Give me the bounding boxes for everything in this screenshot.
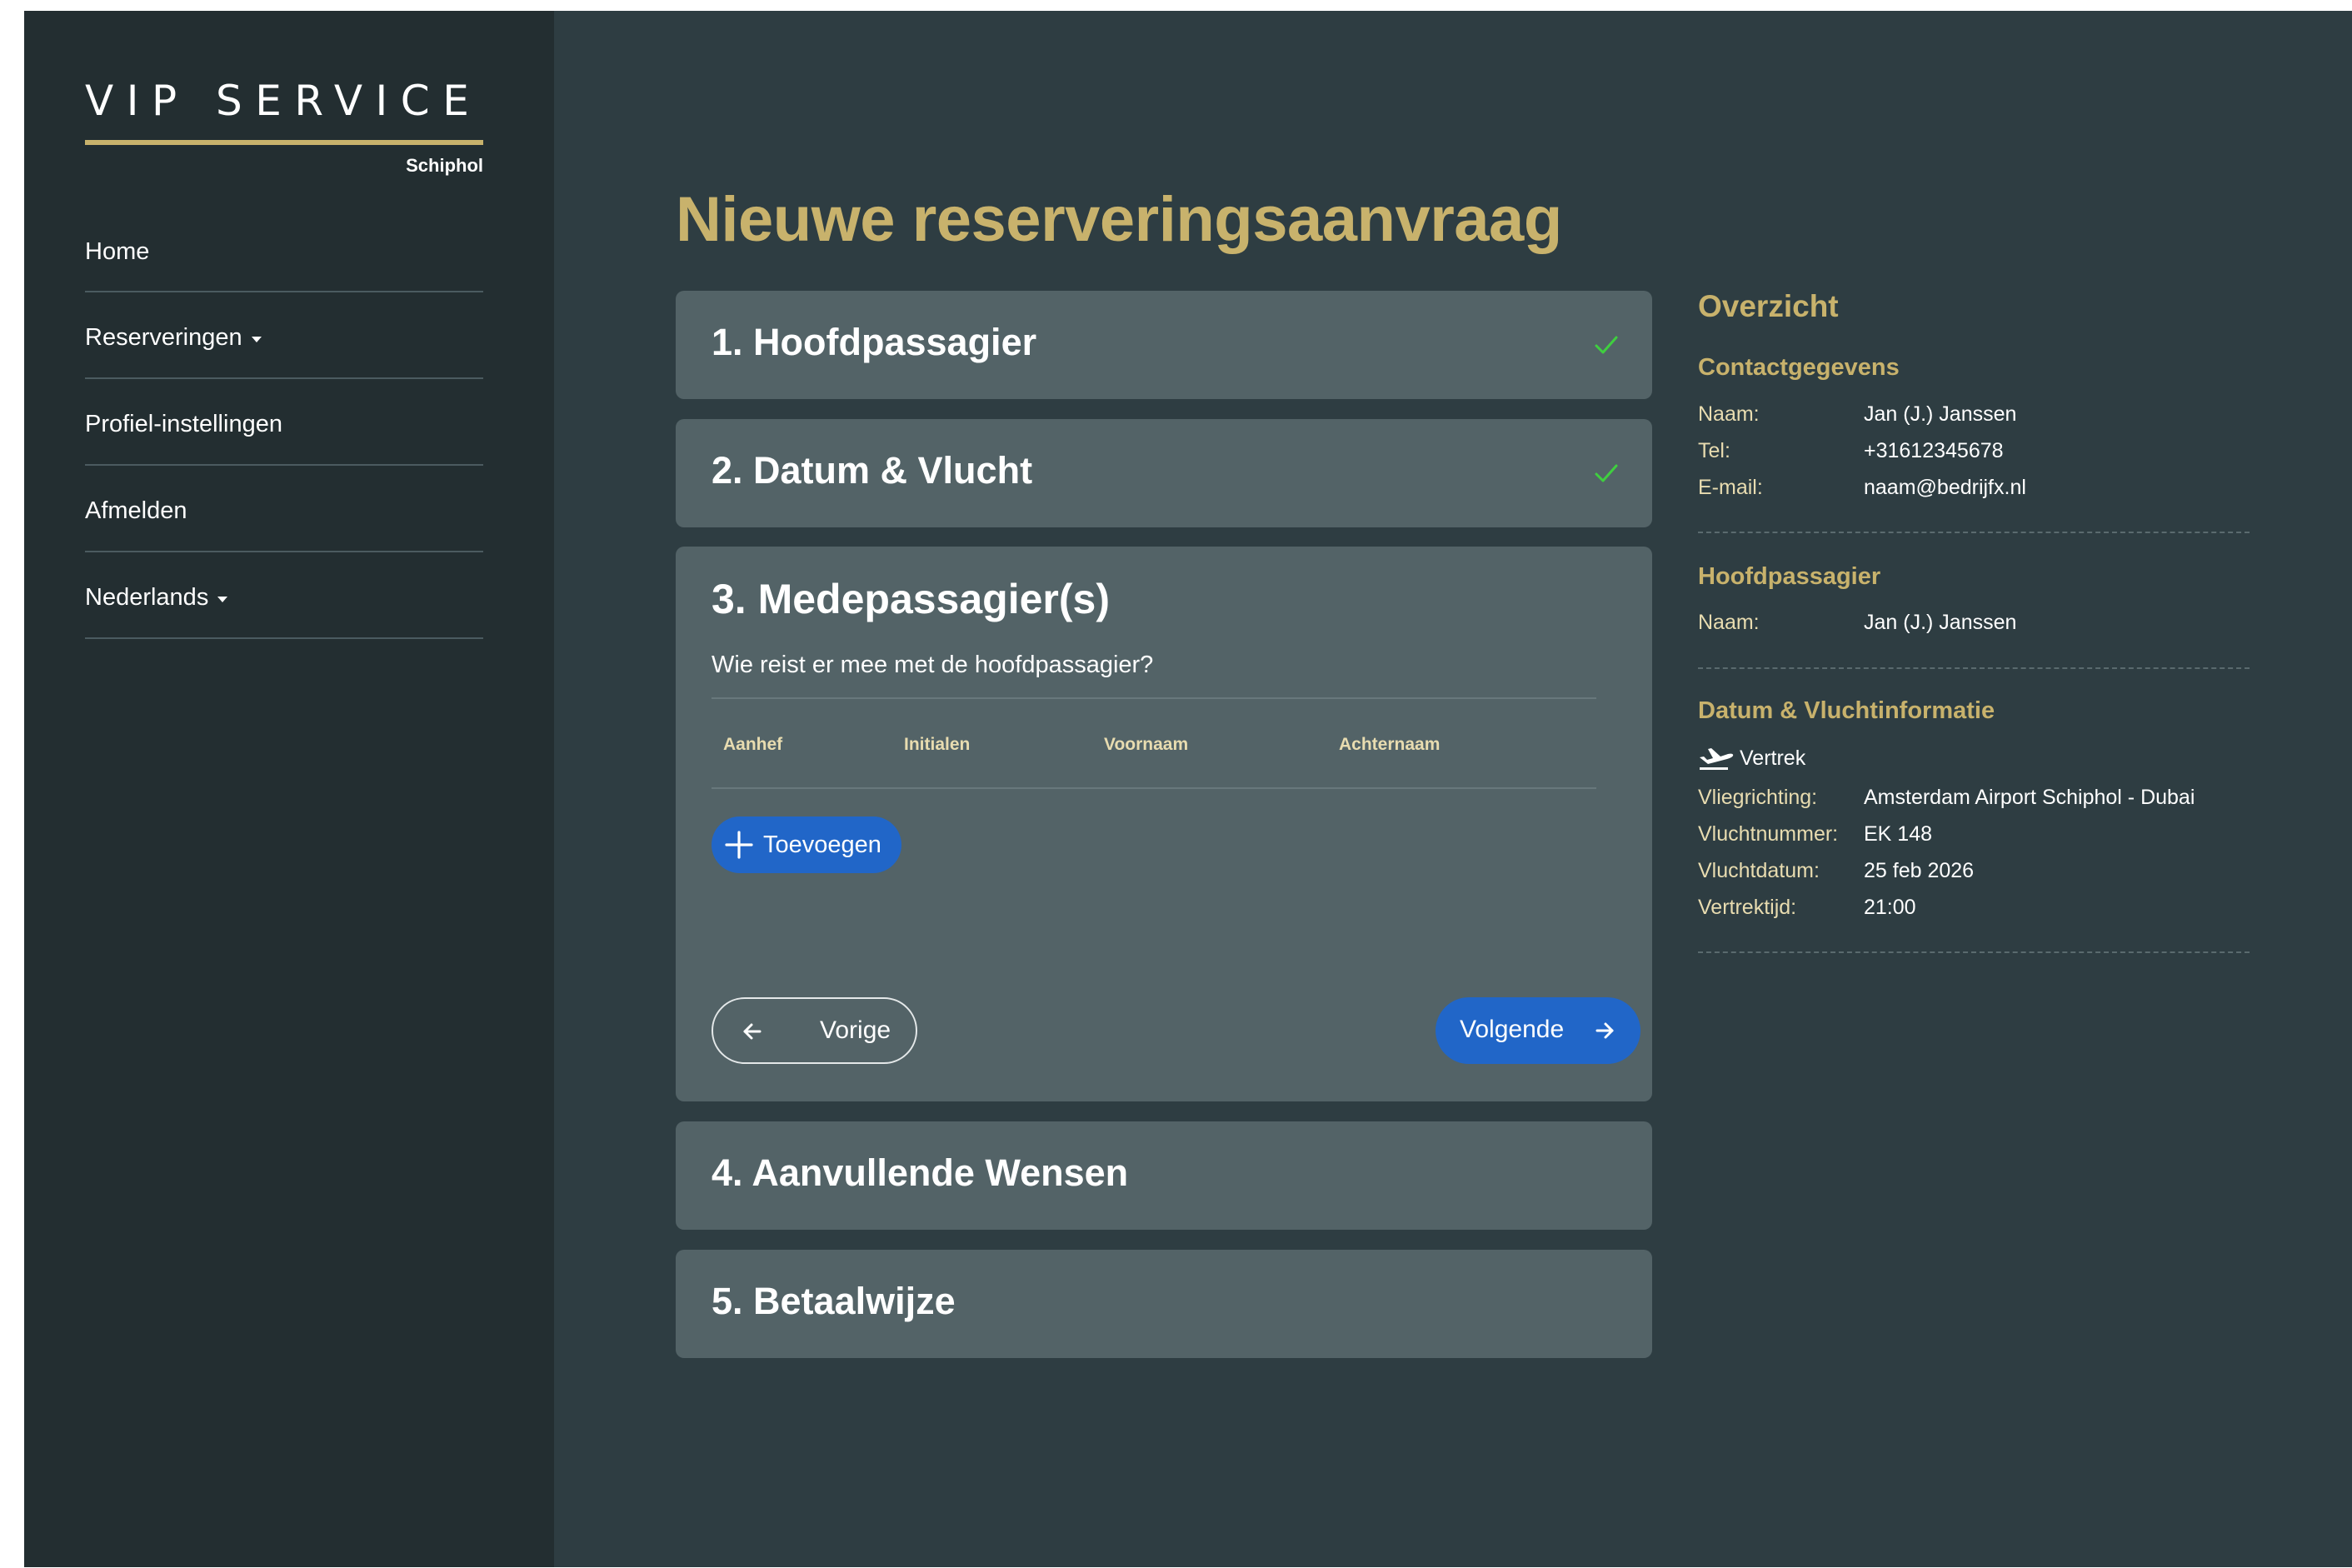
step-panel-betaalwijze[interactable]: 5. Betaalwijze xyxy=(676,1250,1652,1358)
summary-title: Overzicht xyxy=(1698,289,1839,323)
summary-value: naam@bedrijfx.nl xyxy=(1864,476,2026,499)
app-window: VIP SERVICE Schiphol Home Reserveringen … xyxy=(24,11,2352,1567)
brand-underline xyxy=(85,140,483,145)
summary-key: Vluchtdatum: xyxy=(1698,859,1820,882)
summary-row: Vliegrichting: Amsterdam Airport Schipho… xyxy=(1698,786,2281,811)
step-panel-medepassagiers: 3. Medepassagier(s) Wie reist er mee met… xyxy=(676,547,1652,1101)
summary-row: Vluchtnummer: EK 148 xyxy=(1698,822,2281,847)
sidebar-nav: Home Reserveringen Profiel-instellingen … xyxy=(85,207,483,639)
summary-key: Naam: xyxy=(1698,611,1760,634)
summary-divider xyxy=(1698,951,2250,953)
summary-flight-heading: Datum & Vluchtinformatie xyxy=(1698,697,1995,724)
caret-down-icon xyxy=(251,336,262,342)
brand-title: VIP SERVICE xyxy=(85,77,482,125)
nav-item-label: Nederlands xyxy=(85,583,209,611)
summary-value: 25 feb 2026 xyxy=(1864,859,1975,882)
arrow-left-icon xyxy=(743,1023,762,1040)
nav-item-profiel-instellingen[interactable]: Profiel-instellingen xyxy=(85,379,483,466)
summary-main-passenger-heading: Hoofdpassagier xyxy=(1698,563,1881,590)
summary-value: Jan (J.) Janssen xyxy=(1864,402,2017,426)
check-icon xyxy=(1595,336,1618,354)
brand-logo[interactable]: VIP SERVICE Schiphol xyxy=(85,80,485,177)
previous-button[interactable]: Vorige xyxy=(712,997,917,1064)
nav-item-language[interactable]: Nederlands xyxy=(85,552,483,639)
summary-value: 21:00 xyxy=(1864,896,1916,919)
summary-contact-heading: Contactgegevens xyxy=(1698,354,1900,381)
sidebar: VIP SERVICE Schiphol Home Reserveringen … xyxy=(24,11,554,1567)
table-bottom-divider xyxy=(712,787,1596,789)
plus-icon xyxy=(725,831,753,859)
nav-item-reserveringen[interactable]: Reserveringen xyxy=(85,292,483,379)
brand-subtitle: Schiphol xyxy=(406,155,483,176)
summary-row: Tel: +31612345678 xyxy=(1698,439,2281,464)
caret-down-icon xyxy=(217,596,228,602)
step-panel-datum-vlucht[interactable]: 2. Datum & Vlucht xyxy=(676,419,1652,527)
summary-row: Vertrektijd: 21:00 xyxy=(1698,896,2281,921)
summary-row: E-mail: naam@bedrijfx.nl xyxy=(1698,476,2281,501)
summary-key: Vertrektijd: xyxy=(1698,896,1797,919)
summary-key: Vluchtnummer: xyxy=(1698,822,1839,846)
summary-departure: Vertrek xyxy=(1698,747,2281,772)
nav-item-home[interactable]: Home xyxy=(85,207,483,292)
plane-departure-icon xyxy=(1700,748,1734,770)
summary-row: Naam: Jan (J.) Janssen xyxy=(1698,402,2281,427)
previous-label: Vorige xyxy=(820,1016,891,1044)
nav-item-label: Reserveringen xyxy=(85,323,242,351)
summary-key: Naam: xyxy=(1698,402,1760,426)
step-question: Wie reist er mee met de hoofdpassagier? xyxy=(712,652,1154,678)
column-header-initialen: Initialen xyxy=(904,735,971,754)
column-header-aanhef: Aanhef xyxy=(723,735,783,754)
summary-divider xyxy=(1698,532,2250,533)
summary-value: EK 148 xyxy=(1864,822,1933,846)
add-passenger-label: Toevoegen xyxy=(763,831,881,858)
summary-key: E-mail: xyxy=(1698,476,1763,499)
summary-row: Naam: Jan (J.) Janssen xyxy=(1698,611,2281,636)
step-title: 4. Aanvullende Wensen xyxy=(712,1151,1129,1194)
nav-item-afmelden[interactable]: Afmelden xyxy=(85,466,483,552)
summary-key: Vliegrichting: xyxy=(1698,786,1818,809)
next-button[interactable]: Volgende xyxy=(1436,997,1640,1064)
column-header-voornaam: Voornaam xyxy=(1104,735,1189,754)
summary-value: Jan (J.) Janssen xyxy=(1864,611,2017,634)
next-label: Volgende xyxy=(1460,1016,1565,1043)
nav-item-label: Profiel-instellingen xyxy=(85,410,282,437)
step-panel-hoofdpassagier[interactable]: 1. Hoofdpassagier xyxy=(676,291,1652,399)
step-title: 3. Medepassagier(s) xyxy=(712,576,1110,622)
summary-value: Amsterdam Airport Schiphol - Dubai xyxy=(1864,786,2195,809)
step-panel-aanvullende-wensen[interactable]: 4. Aanvullende Wensen xyxy=(676,1121,1652,1230)
step-title: 1. Hoofdpassagier xyxy=(712,321,1037,363)
nav-item-label: Afmelden xyxy=(85,497,187,524)
nav-item-label: Home xyxy=(85,237,150,265)
departure-label: Vertrek xyxy=(1740,747,1806,770)
page-title: Nieuwe reserveringsaanvraag xyxy=(676,184,1562,255)
add-passenger-button[interactable]: Toevoegen xyxy=(712,816,901,873)
summary-row: Vluchtdatum: 25 feb 2026 xyxy=(1698,859,2281,884)
step-title: 5. Betaalwijze xyxy=(712,1280,956,1322)
check-icon xyxy=(1595,464,1618,482)
column-header-achternaam: Achternaam xyxy=(1339,735,1441,754)
arrow-right-icon xyxy=(1595,1022,1614,1039)
summary-key: Tel: xyxy=(1698,439,1730,462)
summary-divider xyxy=(1698,667,2250,669)
step-title: 2. Datum & Vlucht xyxy=(712,449,1033,492)
summary-value: +31612345678 xyxy=(1864,439,2004,462)
table-top-divider xyxy=(712,697,1596,699)
